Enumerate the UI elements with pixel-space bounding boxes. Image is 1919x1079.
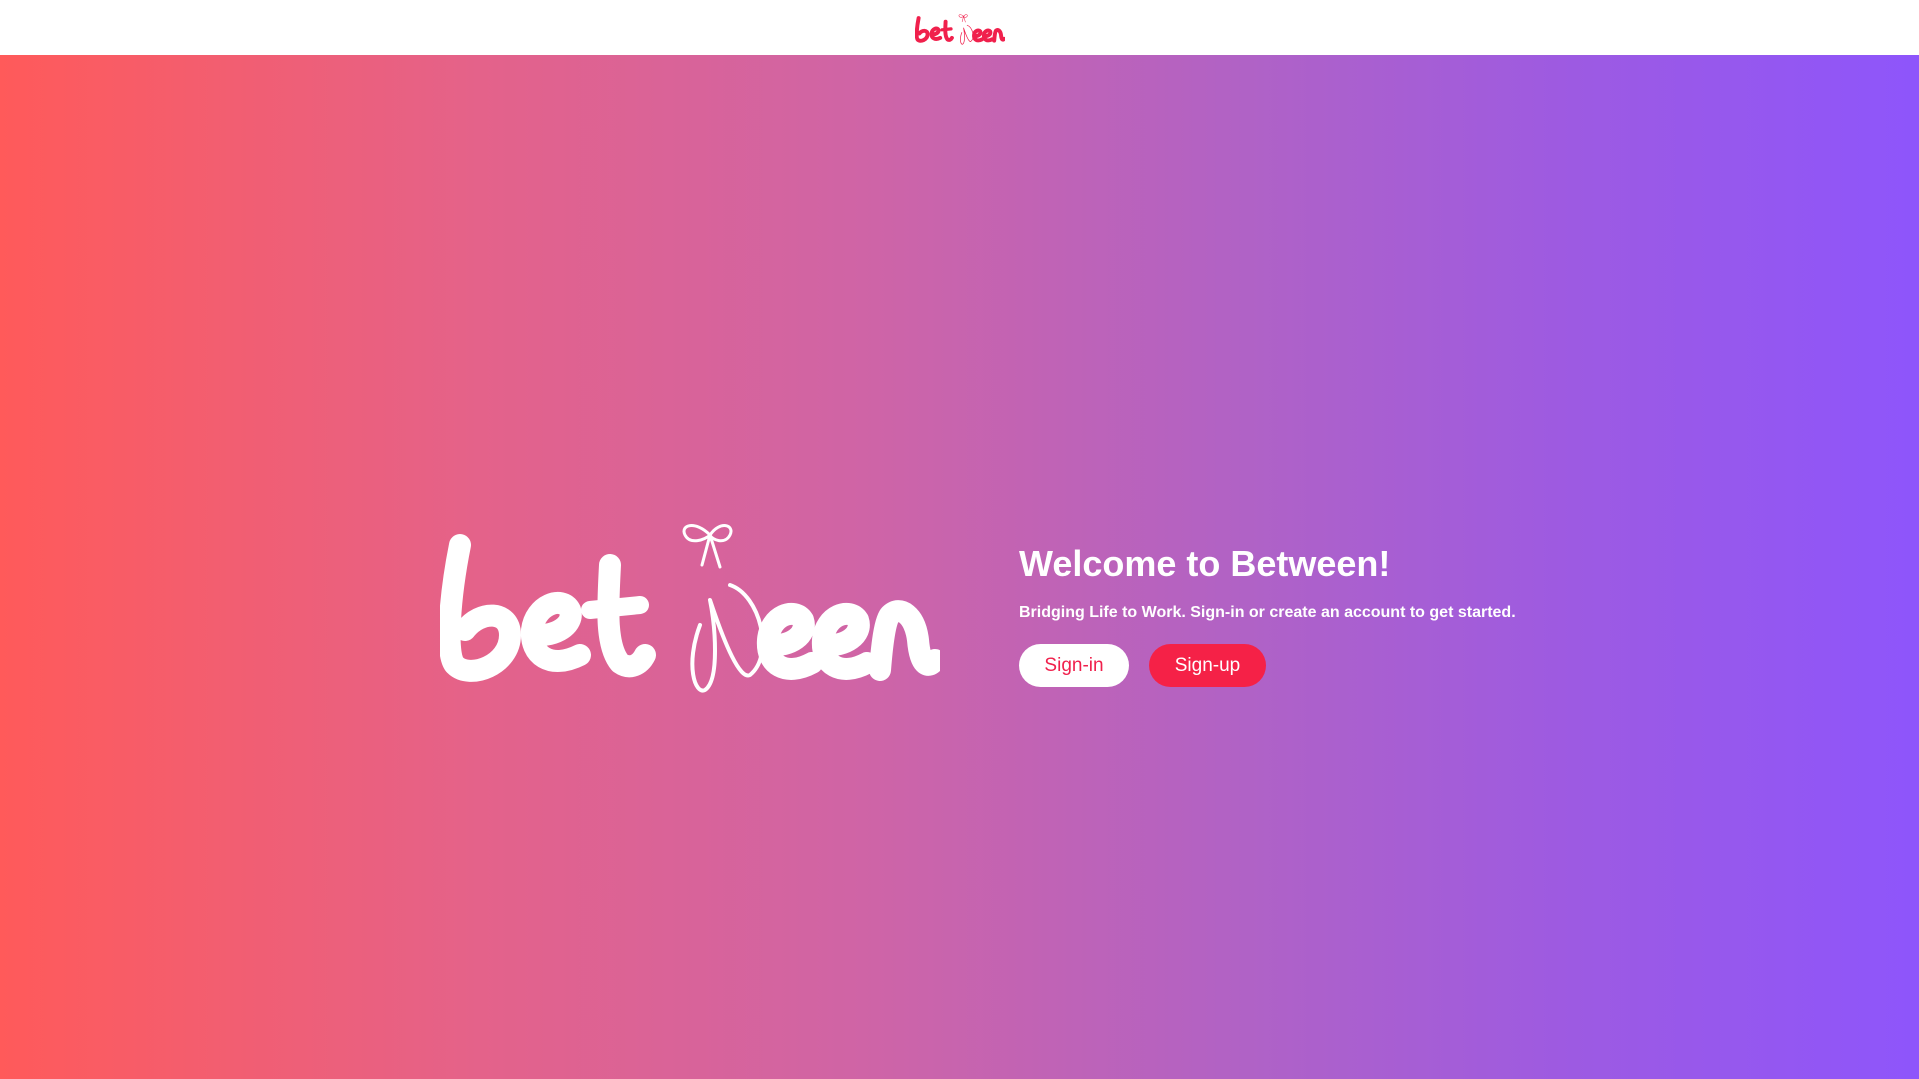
between-logo-icon[interactable]	[915, 10, 1005, 46]
between-logo-icon	[440, 524, 940, 693]
sign-in-button[interactable]: Sign-in	[1019, 644, 1129, 687]
welcome-panel: Welcome to Between! Bridging Life to Wor…	[1019, 538, 1719, 687]
top-bar	[0, 0, 1919, 55]
auth-buttons: Sign-in Sign-up	[1019, 644, 1719, 687]
sign-up-button[interactable]: Sign-up	[1149, 644, 1266, 687]
page-title: Welcome to Between!	[1019, 543, 1391, 584]
page-subtitle: Bridging Life to Work. Sign-in or create…	[1019, 604, 1516, 621]
hero-section: Welcome to Between! Bridging Life to Wor…	[0, 55, 1919, 1079]
